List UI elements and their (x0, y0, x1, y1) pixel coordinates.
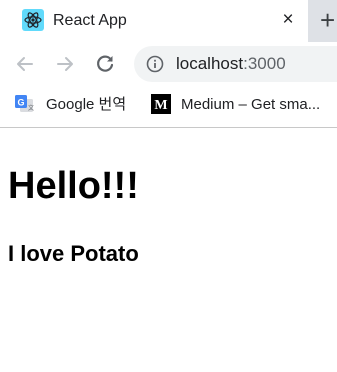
svg-text:G: G (17, 98, 24, 108)
tab-title: React App (53, 12, 127, 29)
url-port: :3000 (243, 54, 286, 73)
google-translate-icon: G 文 (15, 95, 34, 112)
close-tab-icon[interactable]: × (278, 10, 298, 30)
page-content: Hello!!! I love Potato (0, 128, 337, 372)
reload-icon[interactable] (93, 52, 117, 76)
bookmark-label: Medium – Get sma... (181, 96, 321, 113)
bookmark-label: Google 번역 (46, 96, 127, 113)
arrow-right-icon[interactable] (53, 52, 77, 76)
arrow-left-icon[interactable] (13, 52, 37, 76)
new-tab-icon[interactable]: + (320, 7, 337, 33)
page-heading: Hello!!! (8, 165, 139, 207)
medium-logo-icon: M (151, 94, 171, 114)
address-bar[interactable]: localhost:3000 (134, 46, 337, 82)
page-subheading: I love Potato (8, 241, 139, 266)
svg-text:M: M (154, 98, 167, 113)
svg-text:文: 文 (28, 104, 34, 112)
url-text[interactable]: localhost:3000 (176, 54, 286, 74)
react-logo-icon (22, 9, 44, 31)
info-icon[interactable] (146, 55, 164, 73)
bookmarks-bar: G 文 Google 번역 M Medium – Get sma... (0, 86, 337, 126)
browser-toolbar: localhost:3000 (0, 42, 337, 86)
url-host: localhost (176, 54, 244, 73)
active-tab[interactable]: React App × (0, 0, 308, 42)
tab-strip: React App × + (0, 0, 337, 42)
